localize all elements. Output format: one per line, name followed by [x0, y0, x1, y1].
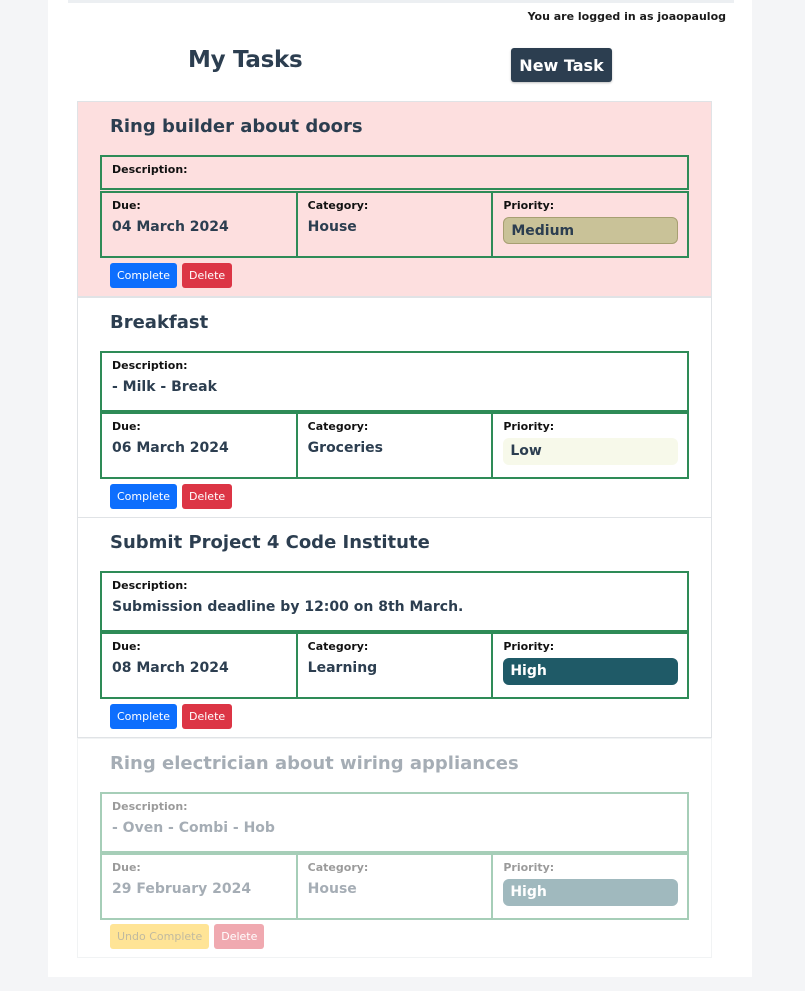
priority-cell: Priority: High: [491, 634, 687, 697]
due-cell: Due: 06 March 2024: [102, 414, 296, 477]
category-label: Category:: [307, 861, 369, 874]
task-card: Ring builder about doors Description: Du…: [77, 101, 712, 297]
priority-badge: Low: [503, 438, 679, 465]
delete-button[interactable]: Delete: [182, 484, 233, 509]
task-description-box: Description: Submission deadline by 12:0…: [100, 571, 689, 632]
due-cell: Due: 04 March 2024: [102, 193, 296, 256]
task-title: Ring builder about doors: [110, 116, 363, 137]
description-value: - Oven - Combi - Hob: [112, 820, 275, 836]
due-label: Due:: [112, 640, 141, 653]
task-card: Ring electrician about wiring appliances…: [77, 738, 712, 958]
task-title: Breakfast: [110, 312, 209, 333]
new-task-button[interactable]: New Task: [511, 48, 612, 82]
category-cell: Category: Groceries: [295, 414, 492, 477]
priority-cell: Priority: Low: [491, 414, 687, 477]
due-label: Due:: [112, 199, 141, 212]
priority-label: Priority:: [503, 199, 555, 212]
priority-badge: High: [503, 658, 679, 685]
due-label: Due:: [112, 861, 141, 874]
due-value: 29 February 2024: [112, 881, 252, 897]
task-card: Breakfast Description: - Milk - Break Du…: [77, 297, 712, 518]
description-label: Description:: [112, 800, 188, 813]
description-value: - Milk - Break: [112, 379, 217, 395]
delete-button[interactable]: Delete: [182, 263, 233, 288]
due-cell: Due: 08 March 2024: [102, 634, 296, 697]
description-value: Submission deadline by 12:00 on 8th Marc…: [112, 599, 464, 615]
priority-label: Priority:: [503, 861, 555, 874]
due-label: Due:: [112, 420, 141, 433]
task-actions: Undo Complete Delete: [110, 924, 265, 949]
task-details-row: Due: 06 March 2024 Category: Groceries P…: [100, 412, 689, 479]
due-value: 04 March 2024: [112, 219, 229, 235]
priority-label: Priority:: [503, 420, 555, 433]
priority-cell: Priority: High: [491, 855, 687, 918]
login-status: You are logged in as joaopaulog: [527, 10, 726, 23]
priority-badge: High: [503, 879, 679, 906]
category-cell: Category: Learning: [295, 634, 492, 697]
category-value: House: [307, 881, 357, 897]
page-title: My Tasks: [188, 47, 303, 73]
task-card: Submit Project 4 Code Institute Descript…: [77, 517, 712, 738]
priority-label: Priority:: [503, 640, 555, 653]
priority-cell: Priority: Medium: [491, 193, 687, 256]
description-label: Description:: [112, 163, 188, 176]
priority-badge: Medium: [503, 217, 679, 244]
task-actions: Complete Delete: [110, 484, 233, 509]
undo-complete-button[interactable]: Undo Complete: [110, 924, 210, 949]
task-description-box: Description:: [100, 155, 689, 190]
category-value: Learning: [307, 660, 378, 676]
due-cell: Due: 29 February 2024: [102, 855, 296, 918]
complete-button[interactable]: Complete: [110, 484, 178, 509]
task-title: Submit Project 4 Code Institute: [110, 532, 430, 553]
category-label: Category:: [307, 199, 369, 212]
page-container: You are logged in as joaopaulog My Tasks…: [48, 0, 752, 977]
delete-button[interactable]: Delete: [214, 924, 265, 949]
navbar-edge: [68, 0, 734, 3]
category-label: Category:: [307, 640, 369, 653]
category-value: House: [307, 219, 357, 235]
task-actions: Complete Delete: [110, 263, 233, 288]
task-details-row: Due: 29 February 2024 Category: House Pr…: [100, 853, 689, 920]
task-actions: Complete Delete: [110, 704, 233, 729]
description-label: Description:: [112, 579, 188, 592]
task-details-row: Due: 08 March 2024 Category: Learning Pr…: [100, 632, 689, 699]
description-label: Description:: [112, 359, 188, 372]
complete-button[interactable]: Complete: [110, 263, 178, 288]
due-value: 06 March 2024: [112, 440, 229, 456]
category-label: Category:: [307, 420, 369, 433]
task-description-box: Description: - Milk - Break: [100, 351, 689, 412]
task-title: Ring electrician about wiring appliances: [110, 753, 519, 774]
task-description-box: Description: - Oven - Combi - Hob: [100, 792, 689, 853]
due-value: 08 March 2024: [112, 660, 229, 676]
task-details-row: Due: 04 March 2024 Category: House Prior…: [100, 191, 689, 258]
category-cell: Category: House: [295, 855, 492, 918]
category-value: Groceries: [307, 440, 384, 456]
category-cell: Category: House: [295, 193, 492, 256]
complete-button[interactable]: Complete: [110, 704, 178, 729]
delete-button[interactable]: Delete: [182, 704, 233, 729]
